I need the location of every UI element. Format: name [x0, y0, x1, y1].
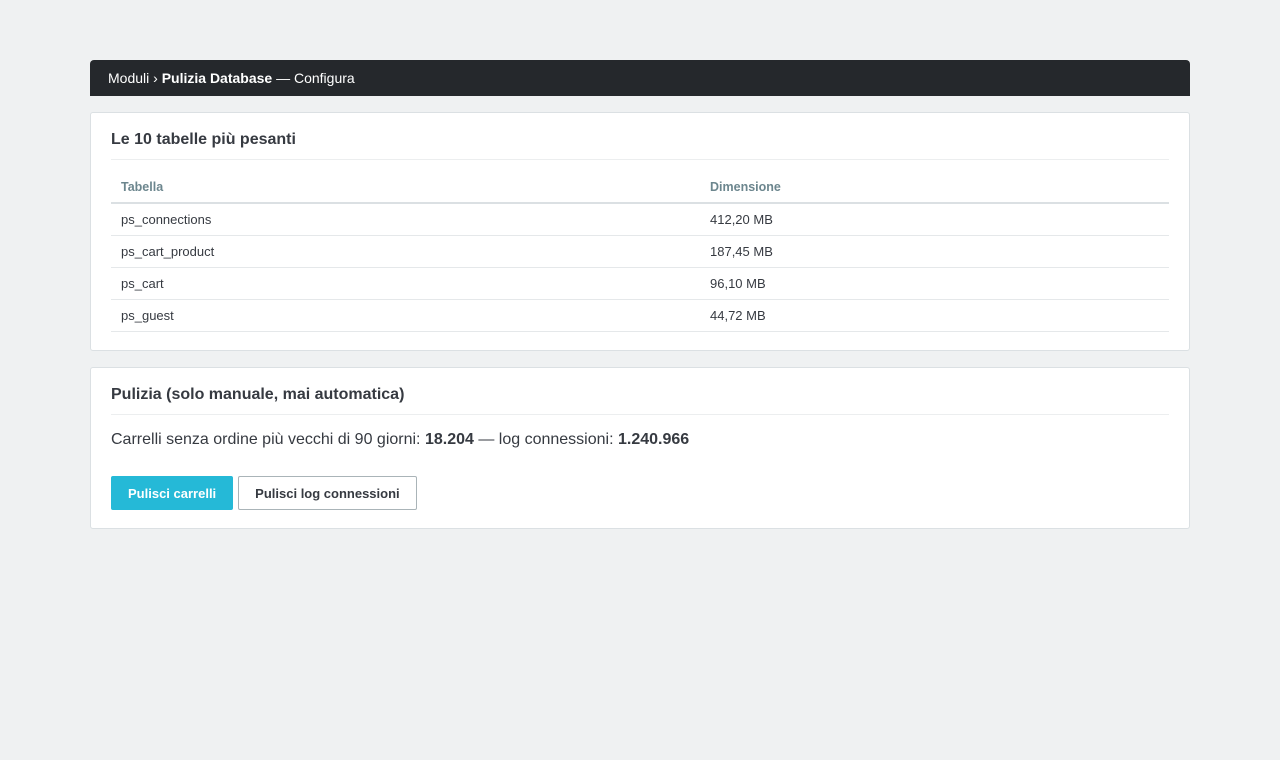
breadcrumb-separator: › [153, 70, 158, 86]
clean-logs-button[interactable]: Pulisci log connessioni [238, 476, 417, 510]
table-row: ps_connections 412,20 MB [111, 203, 1169, 236]
breadcrumb-suffix: — Configura [276, 70, 355, 86]
table-size-cell: 187,45 MB [700, 235, 1169, 268]
table-name-cell: ps_guest [111, 299, 700, 332]
breadcrumb: Moduli › Pulizia Database — Configura [90, 60, 1190, 96]
clean-carts-button[interactable]: Pulisci carrelli [111, 476, 234, 510]
heaviest-tables-table: Tabella Dimensione ps_connections 412,20… [111, 172, 1169, 332]
column-header-size: Dimensione [700, 172, 1169, 204]
breadcrumb-current: Pulizia Database [161, 70, 273, 86]
cleanup-actions: Pulisci carrelli Pulisci log connessioni [111, 476, 1169, 528]
log-count: 1.240.966 [617, 431, 690, 448]
table-row: ps_cart 96,10 MB [111, 267, 1169, 300]
table-size-cell: 412,20 MB [700, 203, 1169, 236]
column-header-table: Tabella [111, 172, 700, 204]
heaviest-tables-panel: Le 10 tabelle più pesanti Tabella Dimens… [90, 112, 1190, 351]
table-header-row: Tabella Dimensione [111, 172, 1169, 204]
table-name-cell: ps_cart_product [111, 235, 700, 268]
carts-label: Carrelli senza ordine più vecchi di 90 g… [111, 431, 421, 448]
table-size-cell: 96,10 MB [700, 267, 1169, 300]
carts-count: 18.204 [424, 431, 474, 448]
table-size-cell: 44,72 MB [700, 299, 1169, 332]
cleanup-stats: Carrelli senza ordine più vecchi di 90 g… [111, 430, 1169, 450]
table-row: ps_guest 44,72 MB [111, 299, 1169, 332]
log-label: — log connessioni: [478, 431, 614, 448]
cleanup-title: Pulizia (solo manuale, mai automatica) [111, 368, 1169, 415]
table-name-cell: ps_connections [111, 203, 700, 236]
table-name-cell: ps_cart [111, 267, 700, 300]
cleanup-panel: Pulizia (solo manuale, mai automatica) C… [90, 367, 1190, 529]
table-row: ps_cart_product 187,45 MB [111, 235, 1169, 268]
page-container: Moduli › Pulizia Database — Configura Le… [90, 60, 1190, 529]
heaviest-tables-title: Le 10 tabelle più pesanti [111, 113, 1169, 160]
breadcrumb-root[interactable]: Moduli [108, 70, 149, 86]
